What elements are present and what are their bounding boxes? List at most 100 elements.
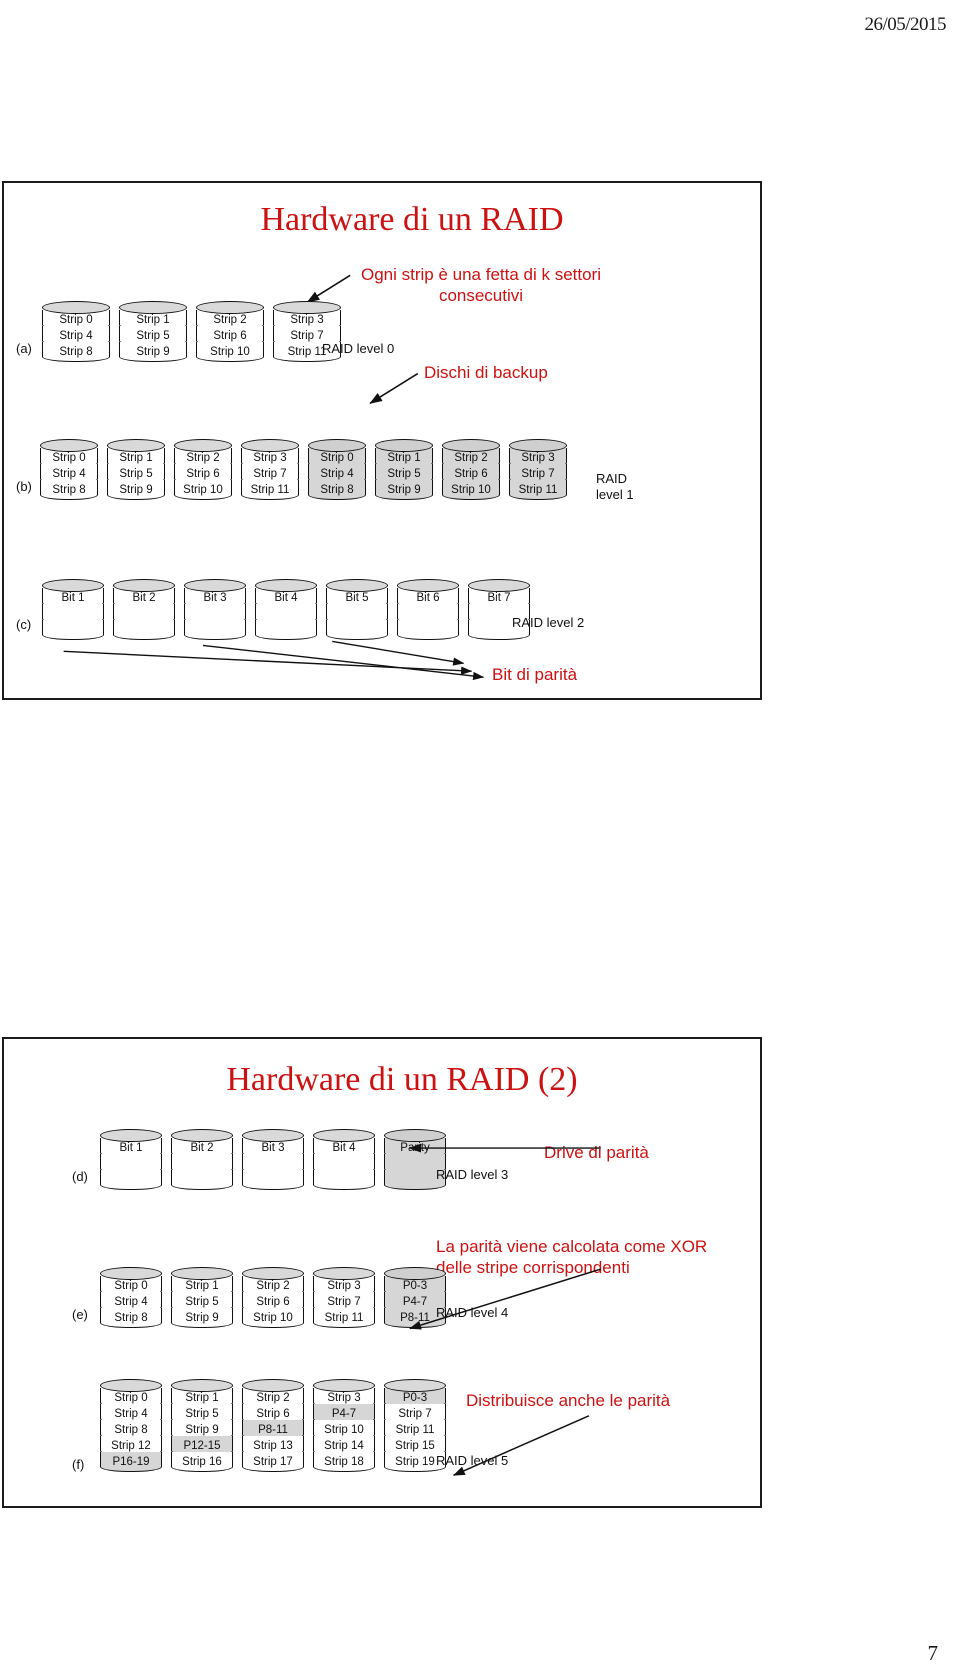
disk-top-ellipse [468,579,530,592]
slide1-title: Hardware di un RAID [260,201,564,238]
disk-cylinder: Strip 2 Strip 6 Strip 10 [174,439,232,500]
disk-cylinder: Bit 4 [313,1129,375,1190]
callout-xor-note: La parità viene calcolata come XOR delle… [436,1237,708,1277]
disk-top-ellipse [40,439,98,452]
disk-top-ellipse [326,579,388,592]
disk-top-ellipse [119,301,187,314]
disk-cylinder: Bit 3 [242,1129,304,1190]
disk-cylinder: Bit 2 [171,1129,233,1190]
slide2-title: Hardware di un RAID (2) [226,1061,578,1098]
group-label-e: (e) [72,1307,88,1322]
disk-cell: Strip 16 [171,1452,233,1472]
disk-cylinder: Strip 0 Strip 4 Strip 8 [308,439,366,500]
disk-cylinder: Bit 2 [113,579,175,640]
disk-cell: Strip 8 [308,480,366,500]
disk-cell [255,620,317,640]
disk-top-ellipse [42,301,110,314]
disk-cylinder: Bit 6 [397,579,459,640]
disk-top-ellipse [196,301,264,314]
raid-label-d: RAID level 3 [436,1167,509,1182]
disk-top-ellipse [397,579,459,592]
disk-cell: Strip 11 [241,480,299,500]
disk-cylinder: Bit 4 [255,579,317,640]
disk-top-ellipse [242,1379,304,1392]
disk-cylinder: Bit 5 [326,579,388,640]
disk-array-a: Strip 0 Strip 4 Strip 8 Strip 1 Strip 5 Strip… [42,301,341,362]
disk-cylinder: Strip 1 Strip 5 Strip 9 [107,439,165,500]
slide-raid-hardware-2: Hardware di un RAID (2) (d) Bit 1 Bit 2 … [2,1037,762,1508]
group-label-c: (c) [16,617,32,632]
disk-cylinder: Strip 0 Strip 4 Strip 8 Strip 12 P16-19 [100,1379,162,1472]
disk-cylinder: Bit 1 [100,1129,162,1190]
disk-cell: Strip 17 [242,1452,304,1472]
disk-top-ellipse [313,1379,375,1392]
disk-top-ellipse [171,1129,233,1142]
disk-cell [100,1170,162,1190]
raid-label-f: RAID level 5 [436,1453,509,1468]
disk-cell [113,620,175,640]
disk-top-ellipse [384,1267,446,1280]
group-label-a: (a) [16,341,32,356]
disk-cell [184,620,246,640]
disk-cell: P16-19 [100,1452,162,1472]
disk-cell: Strip 10 [242,1308,304,1328]
disk-cell: Strip 8 [40,480,98,500]
disk-top-ellipse [375,439,433,452]
disk-cylinder: Strip 1 Strip 5 Strip 9 [171,1267,233,1328]
disk-top-ellipse [113,579,175,592]
group-label-b: (b) [16,479,32,494]
disk-cell [171,1170,233,1190]
disk-cylinder: Strip 0 Strip 4 Strip 8 [100,1267,162,1328]
disk-cell: Strip 10 [174,480,232,500]
disk-cell [242,1170,304,1190]
disk-cylinder: Strip 2 Strip 6 Strip 10 [442,439,500,500]
disk-cell: Strip 8 [42,342,110,362]
disk-cell [313,1170,375,1190]
disk-array-c: Bit 1 Bit 2 Bit 3 Bit 4 Bit 5 Bit 6 Bit … [42,579,530,640]
disk-top-ellipse [242,1267,304,1280]
callout-strip-note: Ogni strip è una fetta di k settori cons… [360,265,601,305]
disk-cylinder: Strip 2 Strip 6 Strip 10 [196,301,264,362]
disk-cell: Strip 10 [196,342,264,362]
callout-parity-bits: Bit di parità [492,665,578,684]
disk-cylinder: Bit 1 [42,579,104,640]
disk-cell [326,620,388,640]
disk-top-ellipse [509,439,567,452]
disk-top-ellipse [384,1129,446,1142]
group-label-f: (f) [72,1457,85,1472]
disk-cylinder: Strip 3 Strip 7 Strip 11 [313,1267,375,1328]
disk-top-ellipse [42,579,104,592]
disk-top-ellipse [100,1267,162,1280]
disk-array-b: Strip 0 Strip 4 Strip 8 Strip 1 Strip 5 Strip… [40,439,567,500]
disk-array-d: Bit 1 Bit 2 Bit 3 Bit 4 Parity [100,1129,446,1190]
disk-cell: Strip 9 [119,342,187,362]
disk-cylinder: Strip 2 Strip 6 P8-11 Strip 13 Strip 17 [242,1379,304,1472]
raid-label-a: RAID level 0 [322,341,395,356]
group-label-d: (d) [72,1169,88,1184]
callout-backup-disks: Dischi di backup [424,363,548,382]
callout-distributed-note: Distribuisce anche le parità [466,1391,671,1410]
disk-top-ellipse [242,1129,304,1142]
disk-cylinder: Strip 3 Strip 7 Strip 11 [509,439,567,500]
disk-top-ellipse [171,1379,233,1392]
disk-cylinder: Strip 3 P4-7 Strip 10 Strip 14 Strip 18 [313,1379,375,1472]
disk-cell [397,620,459,640]
disk-cylinder: Strip 1 Strip 5 Strip 9 P12-15 Strip 16 [171,1379,233,1472]
disk-top-ellipse [442,439,500,452]
disk-cell: Strip 18 [313,1452,375,1472]
disk-cylinder: Strip 0 Strip 4 Strip 8 [42,301,110,362]
disk-cell: Strip 11 [313,1308,375,1328]
disk-cylinder: Strip 3 Strip 7 Strip 11 [241,439,299,500]
disk-top-ellipse [308,439,366,452]
callout-parity-drive: Drive di parità [544,1143,649,1162]
disk-top-ellipse [100,1379,162,1392]
disk-cylinder: Strip 0 Strip 4 Strip 8 [40,439,98,500]
disk-cylinder: Strip 1 Strip 5 Strip 9 [119,301,187,362]
disk-cell: Strip 9 [107,480,165,500]
raid-label-c: RAID level 2 [512,615,585,630]
disk-array-f: Strip 0 Strip 4 Strip 8 Strip 12 P16-19 Strip… [100,1379,446,1472]
disk-top-ellipse [384,1379,446,1392]
slide-raid-hardware-1: Hardware di un RAID Ogni strip è una fet… [2,181,762,700]
disk-top-ellipse [313,1129,375,1142]
page-date: 26/05/2015 [864,14,946,35]
